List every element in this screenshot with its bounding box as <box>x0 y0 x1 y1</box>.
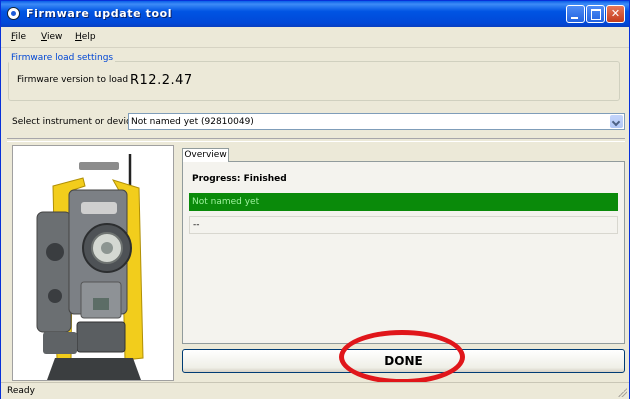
done-button[interactable]: DONE <box>182 349 625 373</box>
tab-overview[interactable]: Overview <box>182 148 229 162</box>
window-title: Firmware update tool <box>26 7 173 20</box>
device-select-value: Not named yet (92810049) <box>131 117 254 127</box>
menu-bar: File View Help <box>1 27 629 48</box>
resize-grip-icon[interactable] <box>617 387 627 397</box>
progress-label: Progress: Finished <box>192 174 287 184</box>
overview-tab-panel <box>182 161 625 344</box>
device-select-label: Select instrument or device <box>12 117 137 127</box>
instrument-image <box>12 145 174 381</box>
menu-view[interactable]: View <box>41 32 62 42</box>
minimize-icon[interactable] <box>566 5 585 23</box>
firmware-version-label: Firmware version to load <box>17 75 129 85</box>
status-text: Ready <box>7 386 35 396</box>
app-window: Firmware update tool ✕ File View Help Fi… <box>0 0 630 399</box>
menu-file[interactable]: File <box>11 32 26 42</box>
maximize-icon[interactable] <box>586 5 605 23</box>
dropdown-arrow-icon[interactable] <box>610 115 623 128</box>
close-icon[interactable]: ✕ <box>606 5 625 23</box>
progress-detail: -- <box>189 216 618 234</box>
device-select[interactable]: Not named yet (92810049) <box>128 113 625 130</box>
firmware-settings-legend: Firmware load settings <box>9 53 116 63</box>
device-status-bar: Not named yet <box>189 193 618 211</box>
firmware-version-value: R12.2.47 <box>130 73 193 88</box>
divider <box>7 138 625 142</box>
status-bar: Ready <box>1 382 629 399</box>
menu-help[interactable]: Help <box>75 32 96 42</box>
app-icon <box>7 7 20 20</box>
total-station-illustration <box>13 146 173 380</box>
title-bar[interactable]: Firmware update tool ✕ <box>1 1 629 27</box>
